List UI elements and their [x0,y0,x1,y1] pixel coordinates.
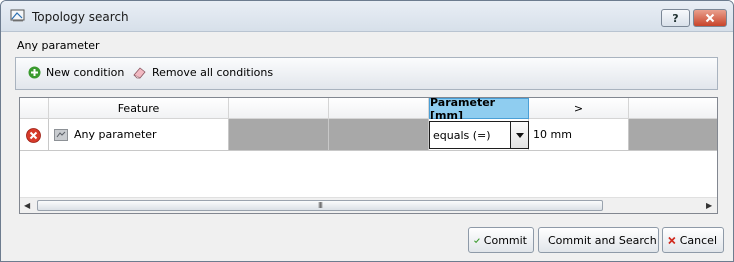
topology-search-dialog: Topology search ? Any parameter New cond… [0,0,734,262]
checkmark-icon [474,237,480,243]
scrollbar-grip: III [317,201,323,210]
condition-toolbar: New condition Remove all conditions [15,57,718,90]
add-icon [28,66,41,79]
parameter-type-icon [54,129,68,141]
operator-dropdown[interactable]: equals (=) [429,121,529,149]
close-icon [705,13,715,23]
cancel-button[interactable]: Cancel [662,227,724,253]
column-header-filler [629,98,717,119]
window-title: Topology search [32,10,129,24]
eraser-icon [133,67,146,79]
conditions-grid: Feature Parameter [mm] > Any parameter e… [19,97,718,214]
column-header-feature[interactable]: Feature [49,98,229,119]
column-header-next[interactable]: > [529,98,629,119]
dialog-subtitle: Any parameter [17,39,100,52]
cancel-label: Cancel [679,233,717,247]
commit-search-label: Commit and Search [548,233,657,247]
feature-value: Any parameter [74,128,157,141]
feature-cell[interactable]: Any parameter [49,119,229,151]
column-header-parameter[interactable]: Parameter [mm] [429,97,529,122]
title-bar: Topology search ? [1,1,733,32]
disabled-cell-2 [329,119,429,151]
parameter-header-label: Parameter [mm] [430,97,496,122]
commit-label: Commit [483,233,527,247]
dropdown-button[interactable] [510,122,528,148]
topology-search-icon [10,9,25,22]
chevron-down-icon [515,132,524,138]
cancel-icon [668,236,676,244]
help-button[interactable]: ? [661,9,690,27]
next-header-label: > [573,101,584,115]
remove-all-conditions-button[interactable]: Remove all conditions [132,66,273,79]
scroll-left-arrow-icon[interactable]: ◀ [24,201,30,210]
commit-button[interactable]: Commit [468,227,534,253]
delete-row-cell[interactable] [20,119,49,151]
scrollbar-thumb[interactable]: III [37,200,603,211]
operator-value: equals (=) [433,129,491,142]
disabled-cell-1 [229,119,329,151]
new-condition-label: New condition [46,66,125,79]
row-header-corner [20,98,49,119]
commit-and-search-button[interactable]: Commit and Search [538,227,659,253]
parameter-value: 10 mm [533,128,572,141]
feature-header-label: Feature [117,101,160,115]
parameter-value-cell[interactable]: 10 mm [529,119,629,151]
horizontal-scrollbar[interactable]: ◀ III ▶ [20,197,717,213]
column-header-blank-1[interactable] [229,98,329,119]
remove-all-label: Remove all conditions [152,66,274,79]
delete-condition-icon[interactable] [26,128,41,143]
help-icon: ? [672,11,679,25]
disabled-cell-3 [629,119,717,151]
new-condition-button[interactable]: New condition [28,66,124,79]
column-header-blank-2[interactable] [329,98,429,119]
close-button[interactable] [693,9,727,27]
scroll-right-arrow-icon[interactable]: ▶ [706,201,712,210]
